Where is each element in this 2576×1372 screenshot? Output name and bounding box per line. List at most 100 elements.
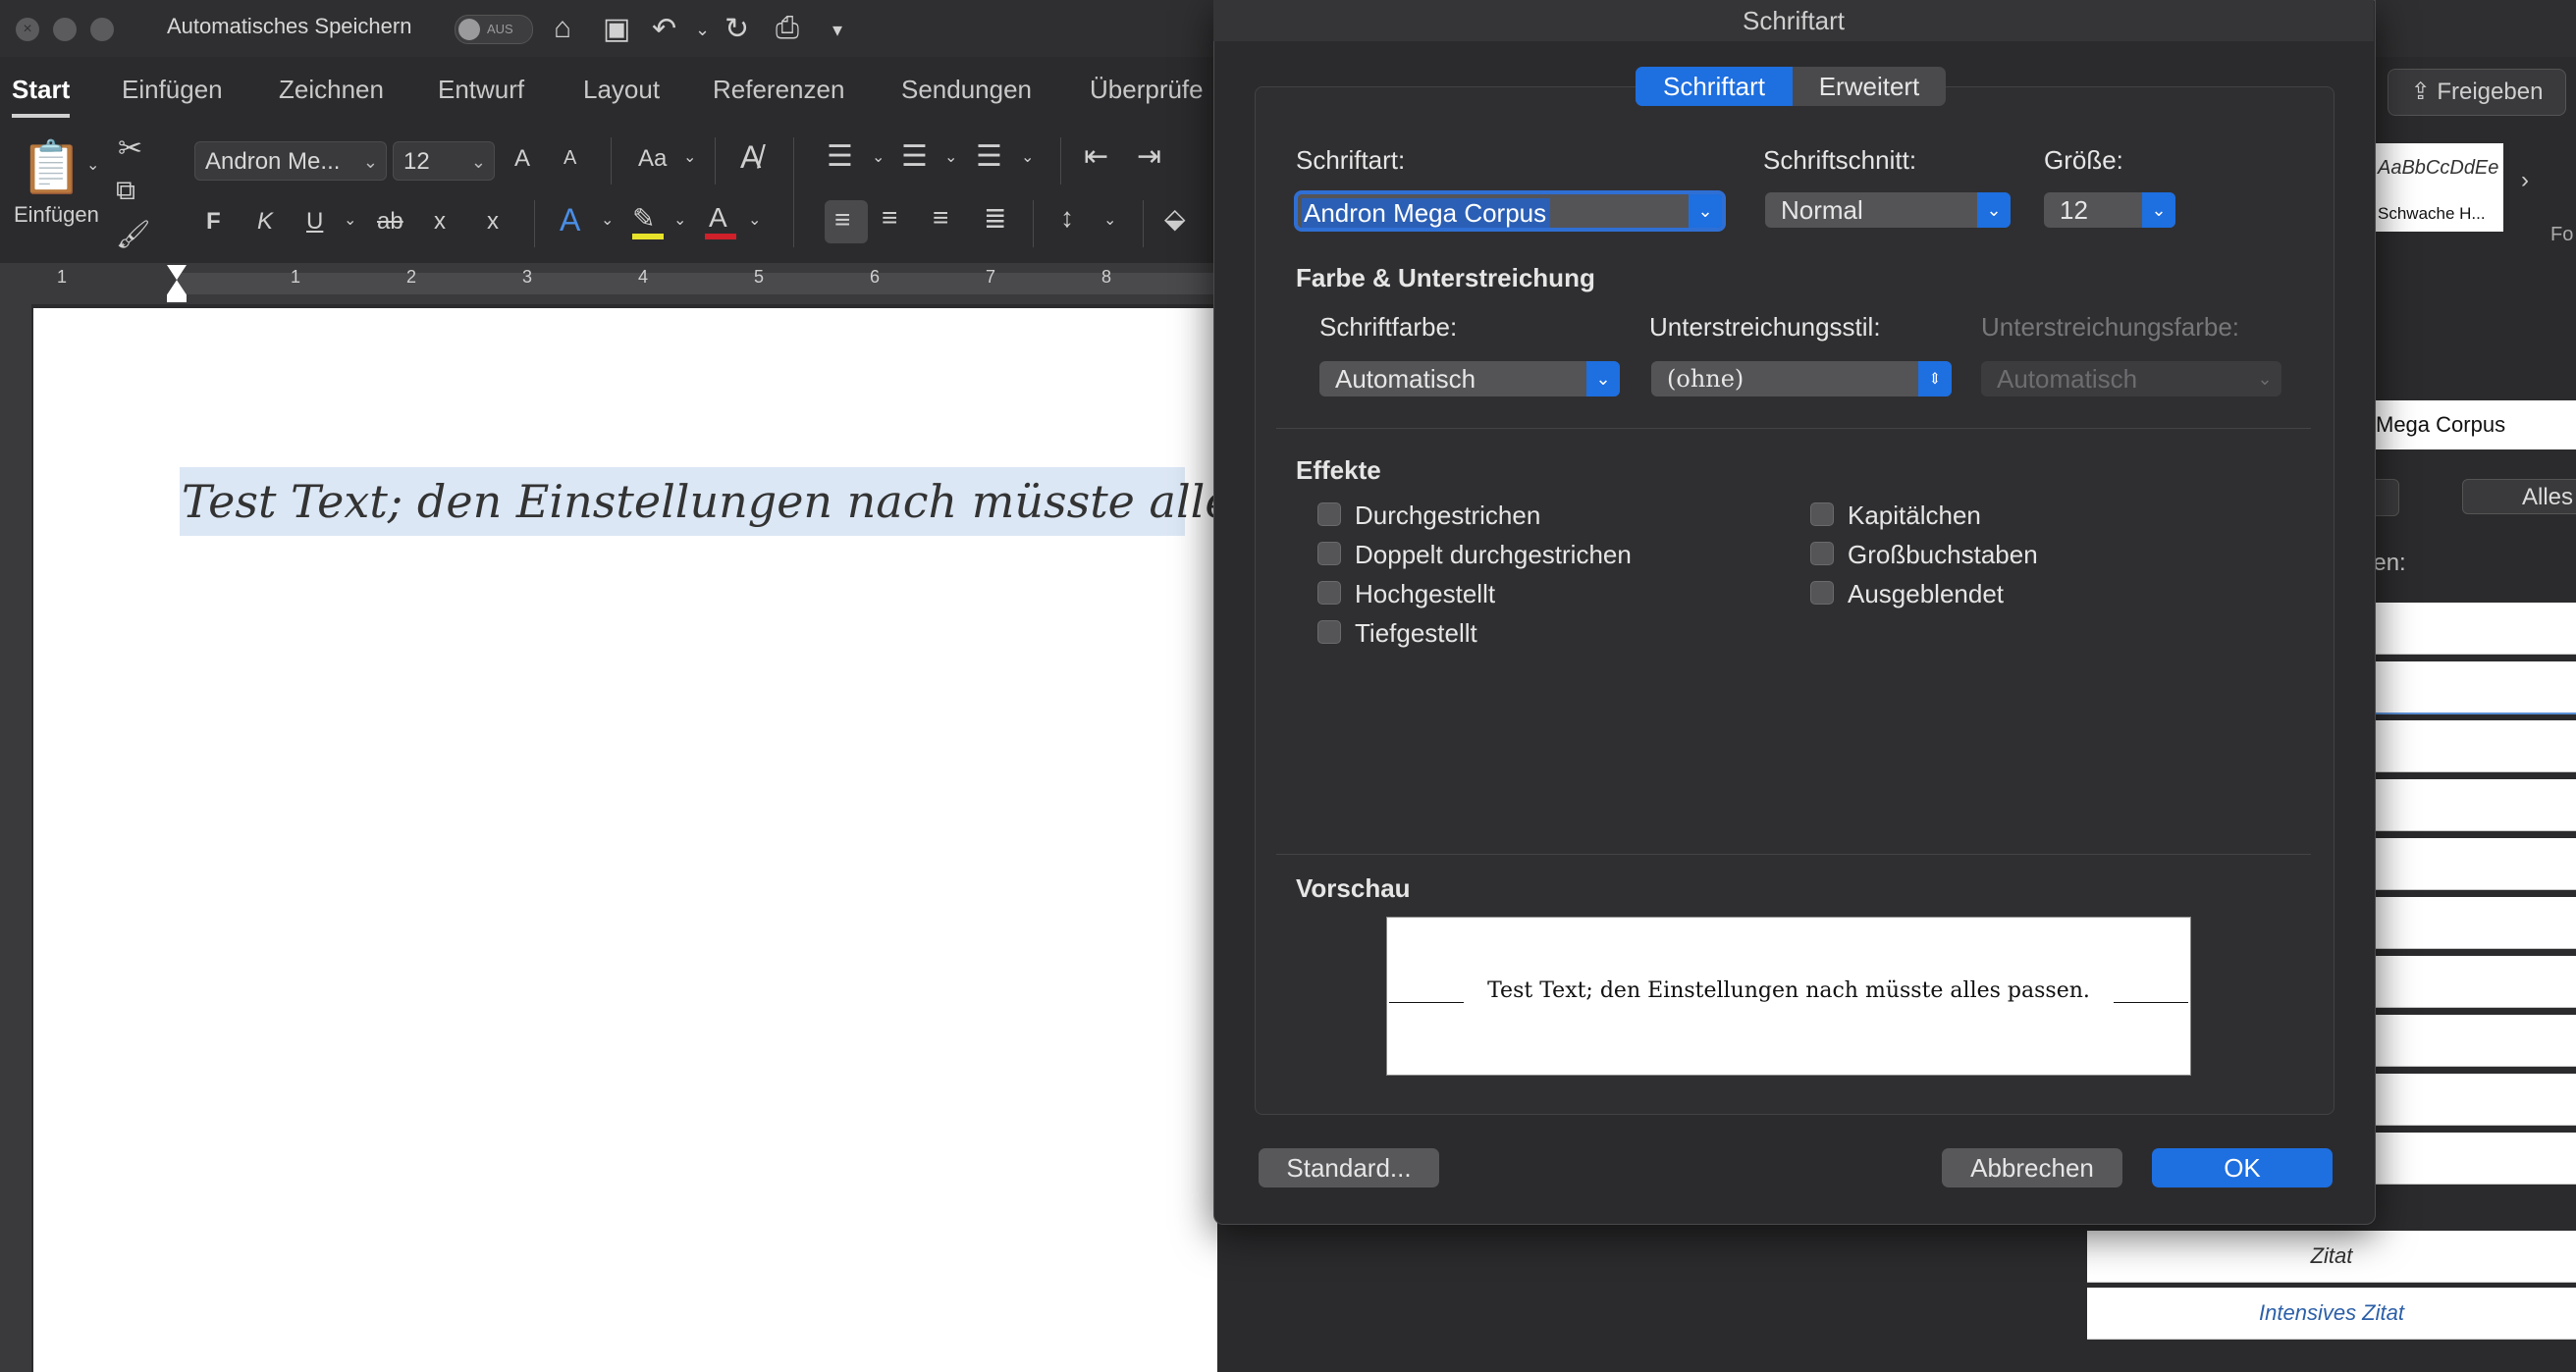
chevron-down-icon[interactable]: ⌄ (1103, 210, 1116, 230)
checkbox-label: Durchgestrichen (1355, 501, 1541, 530)
chevron-down-icon[interactable]: ⌄ (748, 210, 761, 230)
chevron-down-icon[interactable]: ⌄ (872, 147, 885, 167)
shading-icon[interactable]: ⬙ (1164, 202, 1186, 235)
tab-zeichnen[interactable]: Zeichnen (279, 75, 384, 105)
align-right-icon[interactable]: ≡ (933, 202, 948, 234)
save-icon[interactable]: ▣ (603, 12, 630, 46)
standard-button[interactable]: Standard... (1259, 1148, 1439, 1187)
font-name-field[interactable]: Andron Mega Corpus ⌄ (1294, 190, 1726, 232)
chevron-down-icon[interactable]: ⌄ (1689, 194, 1722, 228)
checkbox-ausgeblendet[interactable] (1810, 581, 1834, 605)
copy-icon[interactable]: ⧉ (116, 175, 135, 207)
print-icon[interactable]: ⎙ (776, 12, 799, 45)
tab-ueberpruefen[interactable]: Überprüfe (1090, 75, 1204, 105)
undo-icon[interactable]: ↶ (652, 12, 676, 46)
superscript-button[interactable]: x (487, 208, 499, 236)
tab-erweitert[interactable]: Erweitert (1793, 67, 1946, 106)
checkbox-durchgestrichen[interactable] (1317, 502, 1341, 526)
underline-button[interactable]: U (306, 208, 323, 236)
ruler-text-area (177, 273, 1217, 294)
chevron-down-icon[interactable]: ⌄ (673, 210, 686, 230)
selected-document-text[interactable]: Test Text; den Einstellungen nach müsste… (180, 467, 1471, 536)
multilevel-list-icon[interactable]: ☰ (976, 139, 1002, 174)
chevron-down-icon[interactable]: ⌄ (601, 210, 614, 230)
checkbox-grossbuchstaben[interactable] (1810, 542, 1834, 565)
chevron-down-icon[interactable]: ⌄ (683, 147, 696, 167)
tab-layout[interactable]: Layout (583, 75, 660, 105)
font-name-combo[interactable]: Andron Me... ⌄ (194, 141, 387, 181)
divider (1276, 854, 2311, 855)
cancel-button[interactable]: Abbrechen (1942, 1148, 2122, 1187)
tab-schriftart[interactable]: Schriftart (1636, 67, 1793, 106)
checkbox-tiefgestellt[interactable] (1317, 620, 1341, 644)
increase-indent-icon[interactable]: ⇥ (1137, 139, 1161, 174)
effects-heading: Effekte (1296, 455, 1381, 485)
justify-icon[interactable]: ≣ (984, 202, 1006, 235)
share-button[interactable]: ⇪ Freigeben (2388, 69, 2566, 116)
autosave-toggle[interactable]: AUS (455, 15, 533, 44)
checkbox-kapitaelchen[interactable] (1810, 502, 1834, 526)
bullets-icon[interactable]: ☰ (827, 139, 853, 174)
size-popup[interactable]: 12 ⌄ (2044, 192, 2175, 228)
align-center-icon[interactable]: ≡ (882, 202, 897, 234)
gallery-next-icon[interactable]: › (2521, 167, 2529, 194)
italic-button[interactable]: K (257, 208, 273, 236)
checkbox-hochgestellt[interactable] (1317, 581, 1341, 605)
tab-referenzen[interactable]: Referenzen (713, 75, 844, 105)
select-all-button[interactable]: Alles (2462, 479, 2576, 514)
style-name: Schwache H... (2378, 204, 2486, 223)
font-color-bar (705, 234, 736, 239)
tab-entwurf[interactable]: Entwurf (438, 75, 524, 105)
highlight-icon[interactable]: ✎ (632, 202, 655, 235)
updown-chevron-icon: ⇕ (1918, 361, 1952, 396)
style-zitat[interactable]: Zitat (2087, 1231, 2576, 1283)
underline-style-value: (ohne) (1667, 365, 1744, 393)
underline-color-label: Unterstreichungsfarbe: (1981, 312, 2240, 342)
font-color-icon[interactable]: A (709, 202, 727, 234)
underline-style-popup[interactable]: (ohne) ⇕ (1651, 361, 1952, 396)
paste-icon[interactable]: 📋 (20, 137, 83, 197)
redo-icon[interactable]: ↻ (724, 12, 749, 46)
checkbox-doppelt-durchgestrichen[interactable] (1317, 542, 1341, 565)
strikethrough-button[interactable]: ab (377, 208, 403, 236)
zoom-window-button[interactable] (90, 18, 114, 41)
style-intensives-zitat[interactable]: Intensives Zitat (2087, 1288, 2576, 1340)
chevron-down-icon[interactable]: ⌄ (344, 210, 356, 230)
chevron-down-icon[interactable]: ⌄ (1021, 147, 1034, 167)
close-window-button[interactable]: × (16, 18, 39, 41)
align-left-button[interactable]: ≡ (825, 200, 868, 243)
line-spacing-icon[interactable]: ↕ (1060, 202, 1074, 234)
ruler-number: 7 (986, 267, 996, 287)
format-painter-icon[interactable]: 🖌 (116, 218, 151, 250)
grow-font-icon[interactable]: A (514, 145, 530, 173)
tab-einfuegen[interactable]: Einfügen (122, 75, 223, 105)
divider (1060, 137, 1061, 185)
bold-button[interactable]: F (206, 208, 221, 236)
ok-button[interactable]: OK (2152, 1148, 2333, 1187)
cut-icon[interactable]: ✂ (118, 132, 142, 166)
tab-start[interactable]: Start (12, 75, 71, 118)
home-icon[interactable]: ⌂ (554, 12, 571, 45)
decrease-indent-icon[interactable]: ⇤ (1084, 139, 1108, 174)
font-style-popup[interactable]: Normal ⌄ (1765, 192, 2011, 228)
font-size-combo[interactable]: 12 ⌄ (393, 141, 495, 181)
customize-toolbar-icon[interactable]: ▾ (832, 18, 842, 42)
numbering-icon[interactable]: ☰ (901, 139, 928, 174)
font-color-popup[interactable]: Automatisch ⌄ (1319, 361, 1620, 396)
clear-formatting-icon[interactable]: A̸ (740, 139, 761, 176)
text-effects-icon[interactable]: A (560, 202, 580, 238)
pane-font-field[interactable]: Mega Corpus (2366, 400, 2576, 449)
style-gallery-item[interactable]: AaBbCcDdEe Schwache H... (2372, 143, 2503, 232)
tab-sendungen[interactable]: Sendungen (901, 75, 1032, 105)
change-case-icon[interactable]: Aa (638, 145, 667, 173)
minimize-window-button[interactable] (53, 18, 77, 41)
subscript-button[interactable]: x (434, 208, 446, 236)
shrink-font-icon[interactable]: A (564, 147, 576, 170)
paste-menu-chevron-icon[interactable]: ⌄ (86, 155, 99, 175)
font-color-value: Automatisch (1335, 364, 1476, 394)
dialog-title: Schriftart (1213, 0, 2374, 41)
paste-label[interactable]: Einfügen (14, 202, 99, 228)
font-name-value: Andron Me... (205, 148, 341, 175)
chevron-down-icon[interactable]: ⌄ (944, 147, 957, 167)
undo-menu-chevron-icon[interactable]: ⌄ (695, 20, 710, 40)
